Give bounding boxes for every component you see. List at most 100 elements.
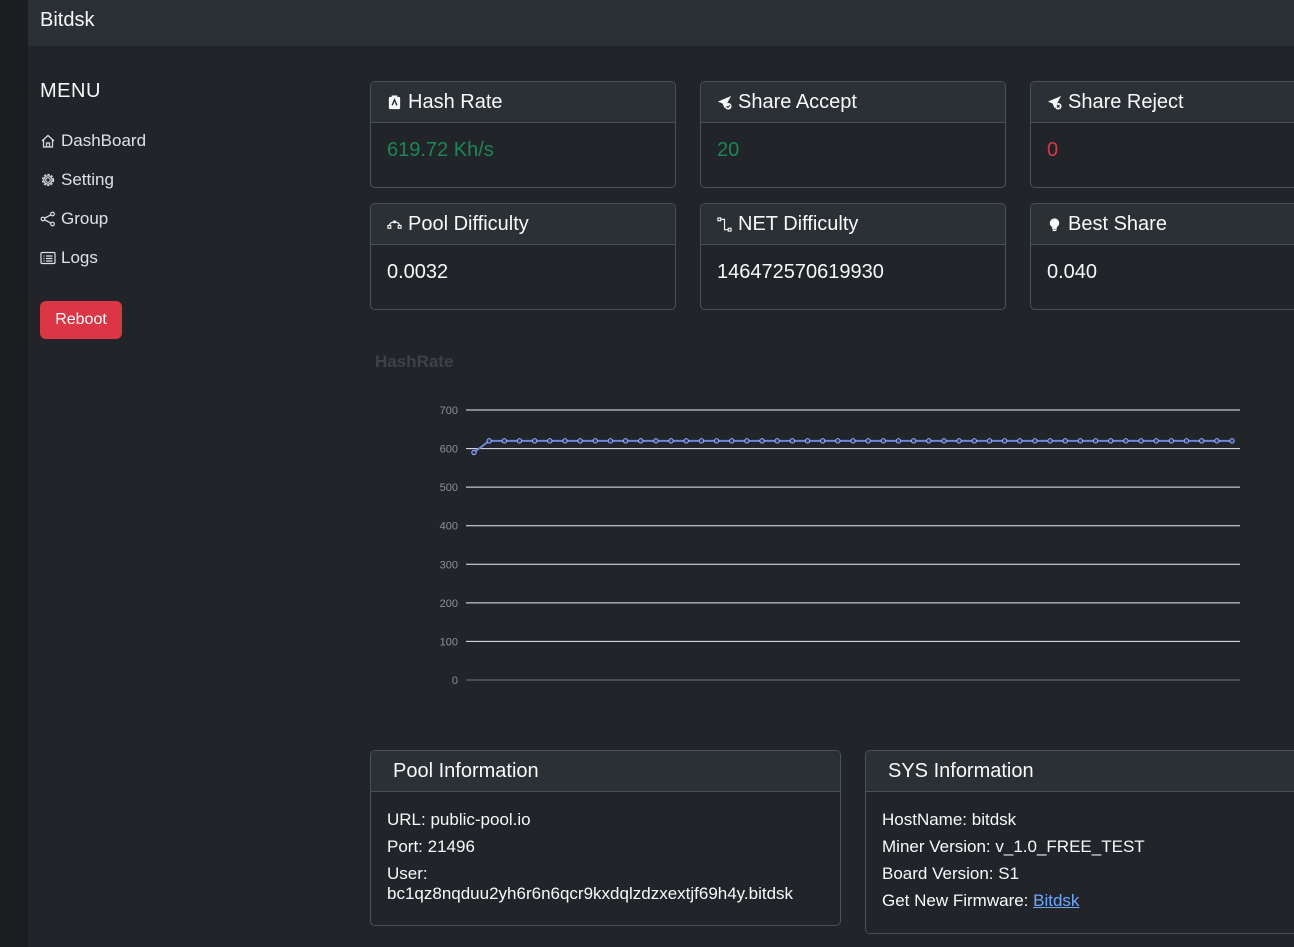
sys-info-card: SYS Information HostName: bitdsk Miner V… [865, 750, 1294, 934]
data-point[interactable] [1108, 438, 1114, 444]
firmware-label: Get New Firmware: [882, 891, 1034, 910]
y-tick-label: 300 [440, 559, 458, 571]
sys-firmware: Get New Firmware: Bitdsk [882, 887, 1283, 914]
data-point[interactable] [804, 438, 811, 444]
firmware-link[interactable]: Bitdsk [1033, 891, 1079, 910]
data-point[interactable] [1047, 438, 1053, 444]
data-point[interactable] [1123, 438, 1129, 444]
left-edge-bar [0, 0, 28, 947]
sys-board-version: Board Version: S1 [882, 864, 1020, 883]
data-point[interactable] [516, 438, 523, 444]
menu-title: MENU [40, 80, 101, 102]
data-point[interactable] [729, 438, 735, 444]
card-header: Pool Information [371, 751, 840, 792]
y-tick-label: 700 [440, 405, 458, 417]
share-reject-card: Share Reject 0 [1030, 81, 1294, 188]
data-point[interactable] [668, 438, 674, 444]
data-point[interactable] [471, 449, 477, 456]
data-point[interactable] [547, 438, 553, 444]
data-point[interactable] [1017, 438, 1023, 444]
card-header: Share Reject [1031, 82, 1294, 123]
data-point[interactable] [1032, 438, 1038, 444]
data-point[interactable] [638, 438, 644, 444]
hash-rate-card: Hash Rate 619.72 Kh/s [370, 81, 676, 188]
data-point[interactable] [986, 438, 993, 444]
data-point[interactable] [531, 438, 538, 444]
y-tick-label: 0 [452, 675, 458, 687]
pool-info-title: Pool Information [393, 759, 539, 782]
data-point[interactable] [880, 438, 887, 444]
data-point[interactable] [1229, 438, 1235, 444]
data-point[interactable] [789, 438, 796, 444]
data-point[interactable] [1198, 438, 1205, 444]
data-point[interactable] [1214, 438, 1220, 444]
sidebar-item-label: DashBoard [61, 130, 147, 150]
data-point[interactable] [956, 438, 962, 444]
data-point[interactable] [835, 438, 841, 444]
sidebar-item-label: Setting [61, 169, 114, 189]
pool-difficulty-label: Pool Difficulty [408, 212, 529, 235]
y-tick-label: 100 [440, 636, 458, 648]
net-difficulty-label: NET Difficulty [738, 212, 859, 235]
card-header: Best Share [1031, 204, 1294, 245]
share-accept-label: Share Accept [738, 90, 857, 113]
data-point[interactable] [850, 438, 856, 444]
data-point[interactable] [607, 438, 614, 444]
data-point[interactable] [1153, 438, 1159, 444]
data-point[interactable] [1001, 438, 1008, 444]
data-point[interactable] [592, 438, 598, 444]
data-point[interactable] [562, 438, 568, 444]
brand-title[interactable]: Bitdsk [40, 9, 94, 32]
data-point[interactable] [865, 438, 871, 444]
data-point[interactable] [577, 438, 583, 444]
data-point[interactable] [744, 438, 750, 444]
data-point[interactable] [819, 438, 826, 444]
share-reject-label: Share Reject [1068, 90, 1184, 113]
data-point[interactable] [895, 438, 902, 444]
data-point[interactable] [971, 438, 977, 444]
sidebar-item-setting[interactable]: Setting [40, 160, 320, 199]
card-header: Share Accept [701, 82, 1005, 123]
best-share-label: Best Share [1068, 212, 1167, 235]
sidebar-item-label: Group [61, 208, 109, 228]
data-point[interactable] [774, 438, 780, 444]
sys-hostname: HostName: bitdsk [882, 810, 1017, 829]
sidebar-item-dashboard[interactable]: DashBoard [40, 121, 320, 160]
pool-info-card: Pool Information URL: public-pool.io Por… [370, 750, 841, 926]
data-point[interactable] [698, 438, 705, 444]
data-point[interactable] [926, 438, 932, 444]
reboot-button[interactable]: Reboot [40, 301, 122, 339]
data-point[interactable] [1092, 438, 1099, 444]
data-point[interactable] [501, 438, 508, 444]
sidebar-item-logs[interactable]: Logs [40, 238, 320, 277]
data-point[interactable] [683, 438, 689, 444]
bezier-icon [387, 219, 402, 229]
data-point[interactable] [1062, 438, 1068, 444]
pool-info-body: URL: public-pool.io Port: 21496 User: bc… [371, 792, 840, 918]
vector-pen-icon [717, 216, 732, 232]
data-point[interactable] [713, 438, 720, 444]
data-point[interactable] [1077, 438, 1084, 444]
data-point[interactable] [1168, 438, 1175, 444]
data-point[interactable] [941, 438, 947, 444]
card-header: Hash Rate [371, 82, 675, 123]
best-share-value: 0.040 [1047, 261, 1098, 283]
gear-icon [41, 173, 55, 186]
pool-port: Port: 21496 [387, 837, 475, 856]
data-point[interactable] [1183, 438, 1190, 444]
card-header: NET Difficulty [701, 204, 1005, 245]
card-header: SYS Information [866, 751, 1294, 792]
pool-difficulty-value: 0.0032 [387, 261, 449, 283]
data-point[interactable] [622, 438, 629, 444]
hashrate-chart: 0 100 200 300 400 500 600 700 [440, 405, 1240, 687]
pool-user-value: bc1qz8nqduu2yh6r6n6qcr9kxdqlzdzxextjf69h… [387, 884, 794, 903]
data-point[interactable] [486, 438, 492, 444]
card-header: Pool Difficulty [371, 204, 675, 245]
data-point[interactable] [759, 438, 765, 444]
sys-miner-version: Miner Version: v_1.0_FREE_TEST [882, 837, 1145, 856]
sidebar-item-group[interactable]: Group [40, 199, 320, 238]
data-point[interactable] [910, 438, 917, 444]
data-point[interactable] [1138, 438, 1144, 444]
sys-info-title: SYS Information [888, 759, 1034, 782]
data-point[interactable] [653, 438, 659, 444]
